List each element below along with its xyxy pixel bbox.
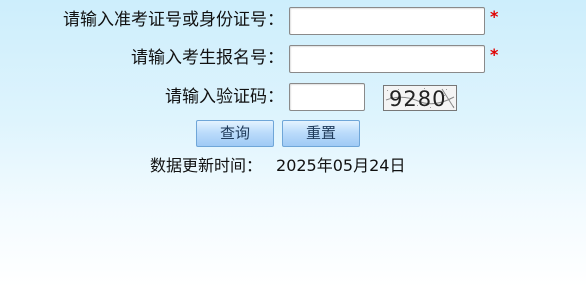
id-number-input[interactable] <box>289 7 485 35</box>
id-number-label: 请输入准考证号或身份证号： <box>63 10 284 30</box>
reset-button[interactable]: 重置 <box>282 120 360 147</box>
id-number-required-mark: * <box>490 7 499 26</box>
captcha-image[interactable]: 9280 <box>383 85 457 111</box>
captcha-input[interactable] <box>289 83 365 111</box>
captcha-graphic: 9280 <box>384 86 456 110</box>
registration-number-input[interactable] <box>289 45 485 73</box>
update-time-label: 数据更新时间： <box>150 156 263 175</box>
registration-number-label: 请输入考生报名号： <box>131 48 284 68</box>
captcha-text: 9280 <box>389 87 446 110</box>
query-button[interactable]: 查询 <box>196 120 274 147</box>
captcha-label: 请输入验证码： <box>165 87 284 107</box>
data-update-time: 数据更新时间： 2025年05月24日 <box>150 155 405 177</box>
update-time-value: 2025年05月24日 <box>276 156 406 175</box>
registration-number-required-mark: * <box>490 45 499 64</box>
